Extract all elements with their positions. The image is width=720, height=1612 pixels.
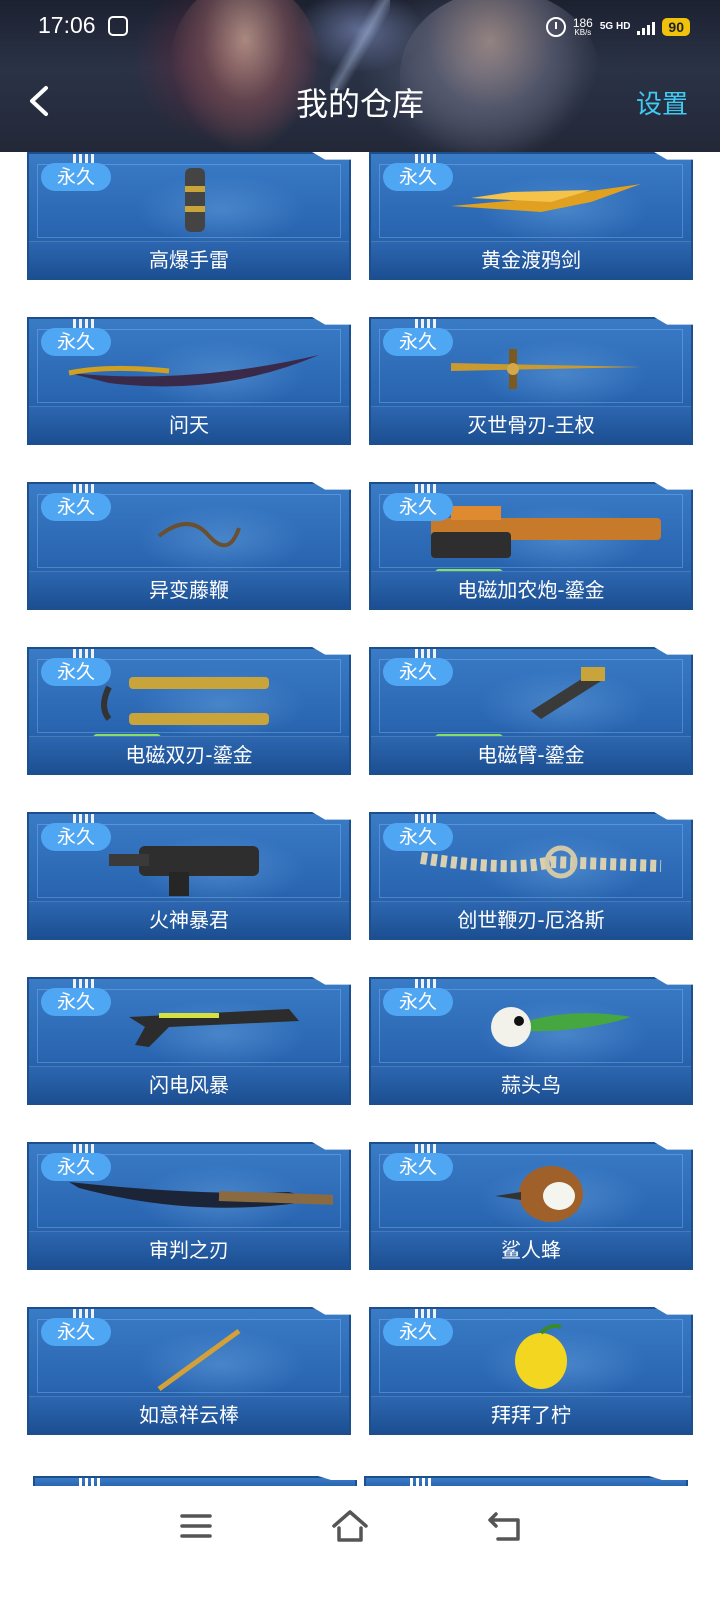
alarm-icon	[545, 17, 566, 37]
item-card[interactable]: 永久 创世鞭刃-厄洛斯	[369, 812, 693, 940]
item-grid: 永久 高爆手雷 永久 黄金渡鸦剑 永久 问天 永久 灭世骨刃-王权 永久 异变藤…	[27, 152, 693, 1435]
item-name: 闪电风暴	[29, 1066, 349, 1103]
item-card[interactable]: 永久 闪电风暴	[27, 977, 351, 1105]
system-nav-bar	[0, 1486, 720, 1612]
item-card[interactable]: 永久 套装 电磁臂-鎏金	[369, 647, 693, 775]
permanent-tag: 永久	[41, 328, 111, 356]
battery-level: 90	[662, 18, 690, 36]
item-card[interactable]: 永久 蒜头鸟	[369, 977, 693, 1105]
permanent-tag: 永久	[41, 1318, 111, 1346]
permanent-tag: 永久	[383, 658, 453, 686]
permanent-tag: 永久	[41, 988, 111, 1016]
item-card-partial[interactable]	[33, 1476, 357, 1486]
return-icon[interactable]	[486, 1506, 526, 1546]
item-card[interactable]: 永久 套装 电磁加农炮-鎏金	[369, 482, 693, 610]
item-name: 拜拜了柠	[371, 1396, 691, 1433]
item-name: 高爆手雷	[29, 241, 349, 278]
permanent-tag: 永久	[41, 658, 111, 686]
banner-lightning	[330, 0, 390, 90]
network-type: 5G HD	[599, 21, 631, 32]
item-name: 电磁加农炮-鎏金	[371, 571, 691, 608]
item-name: 鲨人蜂	[371, 1231, 691, 1268]
item-card[interactable]: 永久 火神暴君	[27, 812, 351, 940]
permanent-tag: 永久	[383, 1153, 453, 1181]
item-card-partial[interactable]	[364, 1476, 688, 1486]
signal-icon	[637, 19, 656, 35]
permanent-tag: 永久	[383, 163, 453, 191]
item-card[interactable]: 永久 套装 电磁双刃-鎏金	[27, 647, 351, 775]
item-card[interactable]: 永久 鲨人蜂	[369, 1142, 693, 1270]
permanent-tag: 永久	[383, 328, 453, 356]
item-name: 火神暴君	[29, 901, 349, 938]
permanent-tag: 永久	[383, 493, 453, 521]
item-card[interactable]: 永久 问天	[27, 317, 351, 445]
permanent-tag: 永久	[41, 493, 111, 521]
status-indicators: 186 KB/s 5G HD 90	[545, 10, 690, 44]
item-name: 异变藤鞭	[29, 571, 349, 608]
permanent-tag: 永久	[383, 823, 453, 851]
network-speed: 186 KB/s	[573, 17, 593, 37]
item-card[interactable]: 永久 高爆手雷	[27, 152, 351, 280]
permanent-tag: 永久	[383, 988, 453, 1016]
item-name: 蒜头鸟	[371, 1066, 691, 1103]
item-name: 创世鞭刃-厄洛斯	[371, 901, 691, 938]
item-name: 电磁双刃-鎏金	[29, 736, 349, 773]
item-name: 审判之刃	[29, 1231, 349, 1268]
banner-character-left	[170, 0, 320, 150]
page-title: 我的仓库	[295, 85, 424, 123]
item-name: 灭世骨刃-王权	[371, 406, 691, 443]
network-speed-unit: KB/s	[574, 28, 592, 37]
item-card[interactable]: 永久 异变藤鞭	[27, 482, 351, 610]
item-name: 问天	[29, 406, 349, 443]
menu-icon[interactable]	[176, 1506, 216, 1546]
header: 17:06 186 KB/s 5G HD 90 我的仓库 设置	[0, 0, 720, 152]
permanent-tag: 永久	[41, 823, 111, 851]
item-card[interactable]: 永久 如意祥云棒	[27, 1307, 351, 1435]
item-card[interactable]: 永久 拜拜了柠	[369, 1307, 693, 1435]
permanent-tag: 永久	[41, 163, 111, 191]
permanent-tag: 永久	[41, 1153, 111, 1181]
home-icon[interactable]	[330, 1506, 370, 1546]
permanent-tag: 永久	[383, 1318, 453, 1346]
item-card[interactable]: 永久 审判之刃	[27, 1142, 351, 1270]
item-name: 电磁臂-鎏金	[371, 736, 691, 773]
item-name: 黄金渡鸦剑	[371, 241, 691, 278]
notification-app-icon	[108, 16, 128, 36]
settings-button[interactable]: 设置	[636, 88, 688, 122]
item-card[interactable]: 永久 灭世骨刃-王权	[369, 317, 693, 445]
item-name: 如意祥云棒	[29, 1396, 349, 1433]
item-card[interactable]: 永久 黄金渡鸦剑	[369, 152, 693, 280]
status-time: 17:06	[38, 12, 96, 38]
